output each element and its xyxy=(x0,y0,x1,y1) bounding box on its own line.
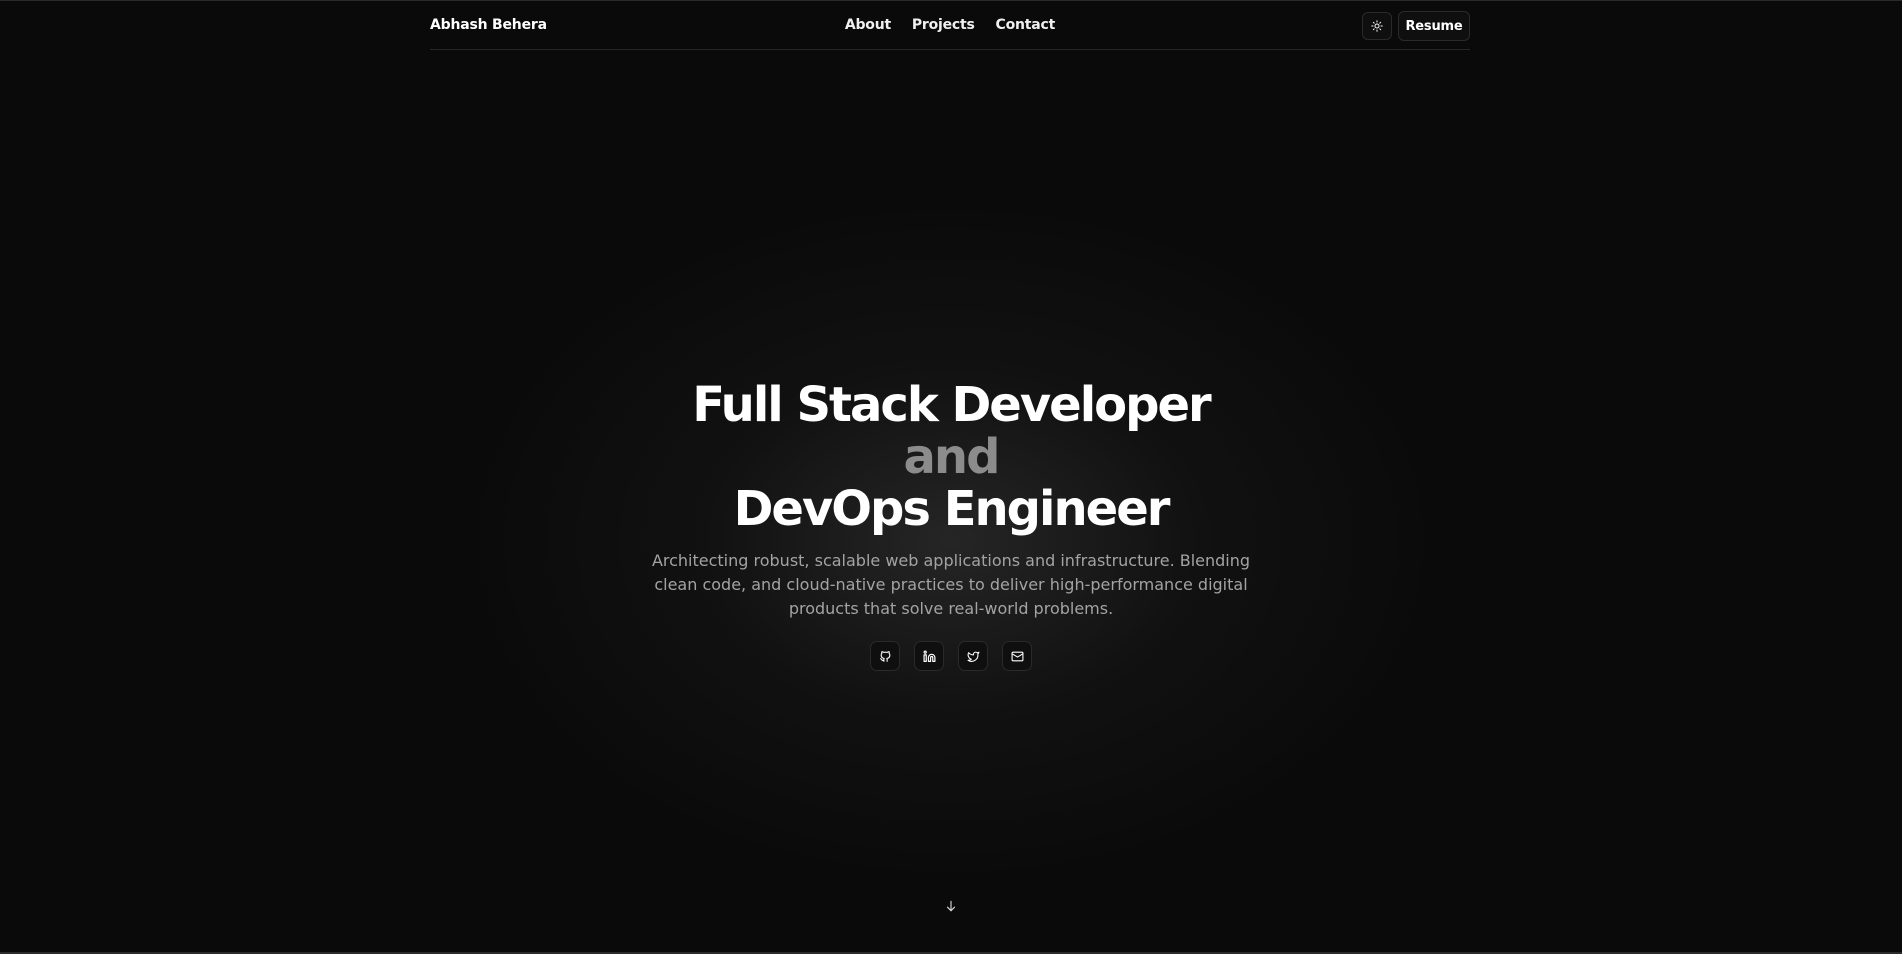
nav-link-projects[interactable]: Projects xyxy=(912,17,975,33)
github-icon xyxy=(879,650,890,662)
twitter-icon xyxy=(967,651,979,662)
arrow-down-icon xyxy=(946,900,956,912)
hero-title-line-3: DevOps Engineer xyxy=(733,481,1171,537)
hero-section: Full Stack Developer and DevOps Engineer… xyxy=(0,379,1902,621)
hero-title-line-1: Full Stack Developer xyxy=(692,377,1211,433)
resume-button[interactable]: Resume xyxy=(1398,11,1470,41)
sun-icon xyxy=(1371,20,1383,32)
scroll-down-button[interactable] xyxy=(944,898,958,914)
email-link[interactable] xyxy=(1002,641,1032,671)
linkedin-icon xyxy=(922,649,936,662)
hero-title-line-2: and xyxy=(903,429,1001,485)
site-header: Abhash Behera About Projects Contact Res… xyxy=(430,1,1470,50)
main-nav: About Projects Contact xyxy=(430,17,1470,33)
github-link[interactable] xyxy=(870,641,900,671)
hero-subtitle: Architecting robust, scalable web applic… xyxy=(651,551,1251,618)
nav-link-contact[interactable]: Contact xyxy=(996,17,1056,33)
mail-icon xyxy=(1011,651,1023,661)
nav-link-about[interactable]: About xyxy=(845,17,891,33)
linkedin-link[interactable] xyxy=(914,641,944,671)
page: Abhash Behera About Projects Contact Res… xyxy=(0,0,1902,954)
theme-toggle-button[interactable] xyxy=(1362,12,1392,40)
social-links xyxy=(0,641,1902,671)
twitter-link[interactable] xyxy=(958,641,988,671)
hero-title: Full Stack Developer and DevOps Engineer xyxy=(0,379,1902,535)
